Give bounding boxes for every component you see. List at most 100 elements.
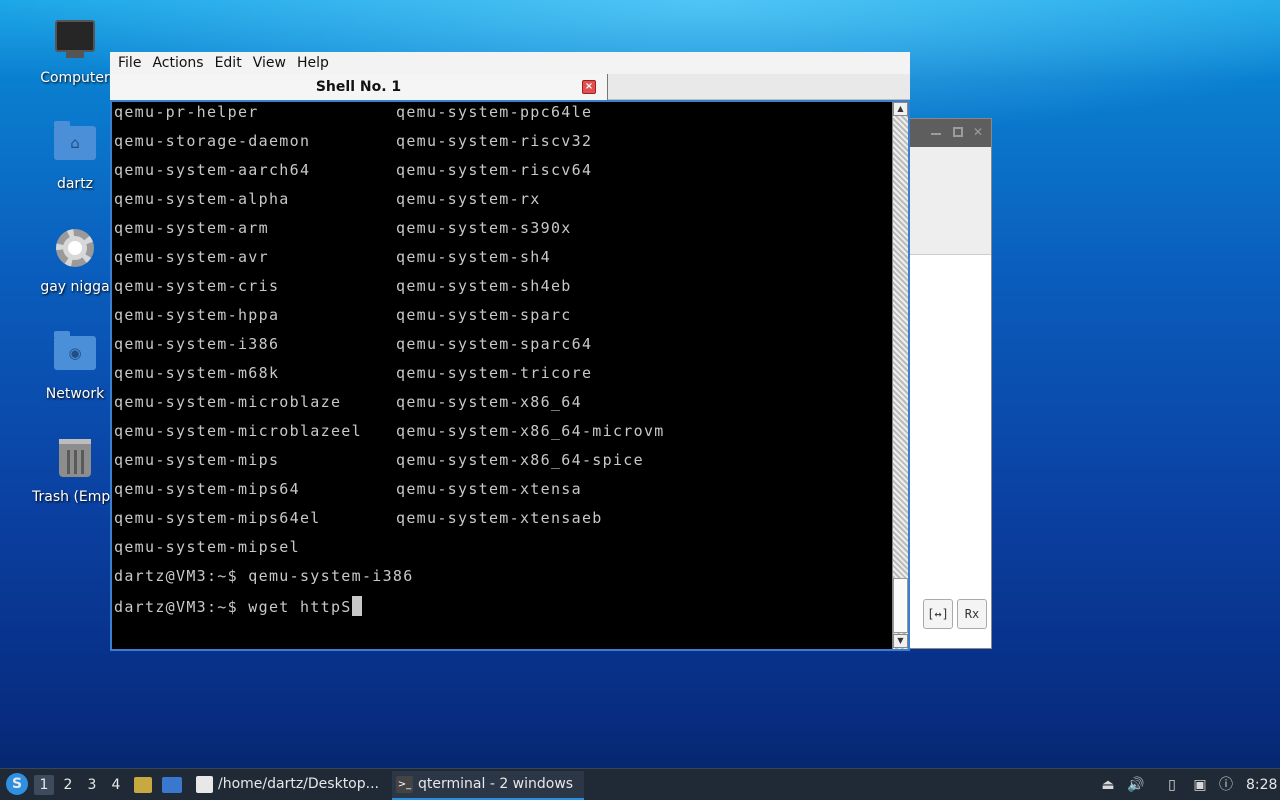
terminal-line: qemu-system-mips64el qemu-system-xtensaeb	[114, 509, 601, 538]
background-window-titlebar[interactable]: ✕	[909, 119, 991, 147]
start-menu-icon[interactable]: S	[6, 773, 28, 795]
menu-view[interactable]: View	[251, 55, 288, 71]
clock[interactable]: 8:28	[1246, 769, 1277, 800]
terminal-cell: qemu-system-xtensaeb	[396, 509, 603, 527]
clipboard-icon[interactable]: ▯	[1162, 775, 1182, 795]
terminal-cell: qemu-system-microblaze	[114, 393, 342, 411]
prompt-text: dartz@VM3:~$ qemu-system-i386	[114, 567, 414, 585]
terminal-cell: qemu-system-hppa	[114, 306, 280, 324]
menubar: File Actions Edit View Help	[110, 52, 910, 74]
terminal-cell: qemu-system-sh4	[396, 248, 551, 266]
maximize-icon[interactable]	[953, 127, 963, 137]
terminal-cell: qemu-system-cris	[114, 277, 280, 295]
taskbar: S 1 2 3 4 /home/dartz/Desktop... >_ qter…	[0, 768, 1280, 800]
terminal-line: qemu-system-m68k qemu-system-tricore	[114, 364, 591, 393]
terminal-prompt-line: dartz@VM3:~$ wget httpS	[114, 596, 362, 625]
terminal-cell: qemu-system-s390x	[396, 219, 572, 237]
terminal-line: qemu-system-cris qemu-system-sh4eb	[114, 277, 570, 306]
terminal-line: qemu-pr-helper qemu-system-ppc64le	[114, 103, 591, 132]
task-qterminal[interactable]: >_ qterminal - 2 windows	[392, 771, 584, 800]
scrollbar[interactable]: ▲ ▼	[892, 102, 908, 649]
workspace-2[interactable]: 2	[58, 775, 78, 795]
terminal-cell: qemu-system-x86_64	[396, 393, 582, 411]
tab-label: Shell No. 1	[315, 79, 402, 95]
terminal-icon: >_	[396, 776, 413, 793]
menu-edit[interactable]: Edit	[213, 55, 244, 71]
notification-icon[interactable]: ⓘ	[1216, 775, 1236, 795]
trash-icon	[53, 439, 97, 483]
terminal-cell: qemu-pr-helper	[114, 103, 259, 121]
terminal-cell: qemu-system-riscv32	[396, 132, 593, 150]
terminal-cell: qemu-system-xtensa	[396, 480, 582, 498]
tray-up-arrow-icon[interactable]: ⏏	[1098, 775, 1118, 795]
scrollbar-thumb[interactable]	[893, 578, 908, 633]
terminal-cell: qemu-system-x86_64-spice	[396, 451, 644, 469]
terminal-cell: qemu-system-mipsel	[114, 538, 300, 556]
terminal-prompt-line: dartz@VM3:~$ qemu-system-i386	[114, 567, 414, 596]
task-label: /home/dartz/Desktop...	[218, 776, 379, 792]
menu-help[interactable]: Help	[295, 55, 331, 71]
text-editor-icon	[196, 776, 213, 793]
terminal-cell: qemu-system-sparc	[396, 306, 572, 324]
terminal-cell: qemu-system-mips64el	[114, 509, 321, 527]
terminal-cell: qemu-system-m68k	[114, 364, 280, 382]
file-manager-launcher-icon[interactable]	[134, 777, 152, 793]
terminal-cell: qemu-system-avr	[114, 248, 269, 266]
task-label: qterminal - 2 windows	[418, 776, 574, 792]
tab-close-icon[interactable]: ×	[582, 80, 596, 94]
terminal-line: qemu-system-i386 qemu-system-sparc64	[114, 335, 591, 364]
terminal-cell: qemu-system-x86_64-microvm	[396, 422, 665, 440]
close-icon[interactable]: ✕	[973, 126, 983, 138]
menu-actions[interactable]: Actions	[150, 55, 205, 71]
terminal-line: qemu-storage-daemon qemu-system-riscv32	[114, 132, 591, 161]
terminal-window[interactable]: File Actions Edit View Help Shell No. 1 …	[110, 52, 910, 651]
gear-icon	[53, 229, 97, 273]
workspace-1[interactable]: 1	[34, 775, 54, 795]
background-window-toolbar	[909, 147, 991, 255]
volume-icon[interactable]: 🔊	[1126, 775, 1146, 795]
terminal-line: qemu-system-mipsel	[114, 538, 300, 567]
text-cursor	[351, 596, 362, 616]
terminal-line: qemu-system-alpha qemu-system-rx	[114, 190, 539, 219]
terminal-line: qemu-system-mips64 qemu-system-xtensa	[114, 480, 581, 509]
terminal-cell: qemu-system-alpha	[114, 190, 290, 208]
terminal-cell: qemu-system-aarch64	[114, 161, 311, 179]
tab-shell-1[interactable]: Shell No. 1	[110, 74, 608, 100]
terminal-cell: qemu-system-ppc64le	[396, 103, 593, 121]
terminal-output[interactable]: qemu-pr-helper qemu-system-ppc64le qemu-st…	[112, 102, 892, 649]
terminal-line: qemu-system-arm qemu-system-s390x	[114, 219, 570, 248]
scroll-up-icon[interactable]: ▲	[893, 102, 908, 116]
terminal-line: qemu-system-hppa qemu-system-sparc	[114, 306, 570, 335]
terminal-cell: qemu-system-sparc64	[396, 335, 593, 353]
terminal-cell: qemu-system-rx	[396, 190, 541, 208]
home-folder-icon: ⌂	[53, 121, 97, 170]
terminal-frame: qemu-pr-helper qemu-system-ppc64le qemu-st…	[110, 100, 910, 651]
terminal-line: qemu-system-microblazeel qemu-system-x86_…	[114, 422, 663, 451]
menu-file[interactable]: File	[116, 55, 143, 71]
network-icon[interactable]: ▣	[1190, 775, 1210, 795]
task-text-editor[interactable]: /home/dartz/Desktop...	[192, 771, 388, 800]
terminal-line: qemu-system-avr qemu-system-sh4	[114, 248, 550, 277]
show-desktop-icon[interactable]	[162, 777, 182, 793]
terminal-line: qemu-system-microblaze qemu-system-x86_64	[114, 393, 581, 422]
background-window[interactable]: ✕ [↔] Rx	[908, 118, 992, 649]
scroll-down-icon[interactable]: ▼	[893, 634, 908, 648]
terminal-cell: qemu-system-mips64	[114, 480, 300, 498]
workspace-3[interactable]: 3	[82, 775, 102, 795]
terminal-cell: qemu-system-arm	[114, 219, 269, 237]
terminal-cell: qemu-system-tricore	[396, 364, 593, 382]
terminal-line: qemu-system-mips qemu-system-x86_64-spice	[114, 451, 643, 480]
terminal-line: qemu-system-aarch64 qemu-system-riscv64	[114, 161, 591, 190]
prompt-text: dartz@VM3:~$ wget httpS	[114, 598, 352, 616]
bracket-button[interactable]: [↔]	[923, 599, 953, 629]
terminal-cell: qemu-system-microblazeel	[114, 422, 362, 440]
minimize-icon[interactable]	[931, 133, 941, 135]
rx-button[interactable]: Rx	[957, 599, 987, 629]
network-folder-icon: ◉	[53, 331, 97, 380]
terminal-cell: qemu-system-sh4eb	[396, 277, 572, 295]
tab-bar: Shell No. 1 ×	[110, 74, 910, 100]
terminal-cell: qemu-system-mips	[114, 451, 280, 469]
terminal-cell: qemu-system-i386	[114, 335, 280, 353]
desktop-icon-label: Trash (Empty)	[32, 489, 116, 505]
workspace-4[interactable]: 4	[106, 775, 126, 795]
